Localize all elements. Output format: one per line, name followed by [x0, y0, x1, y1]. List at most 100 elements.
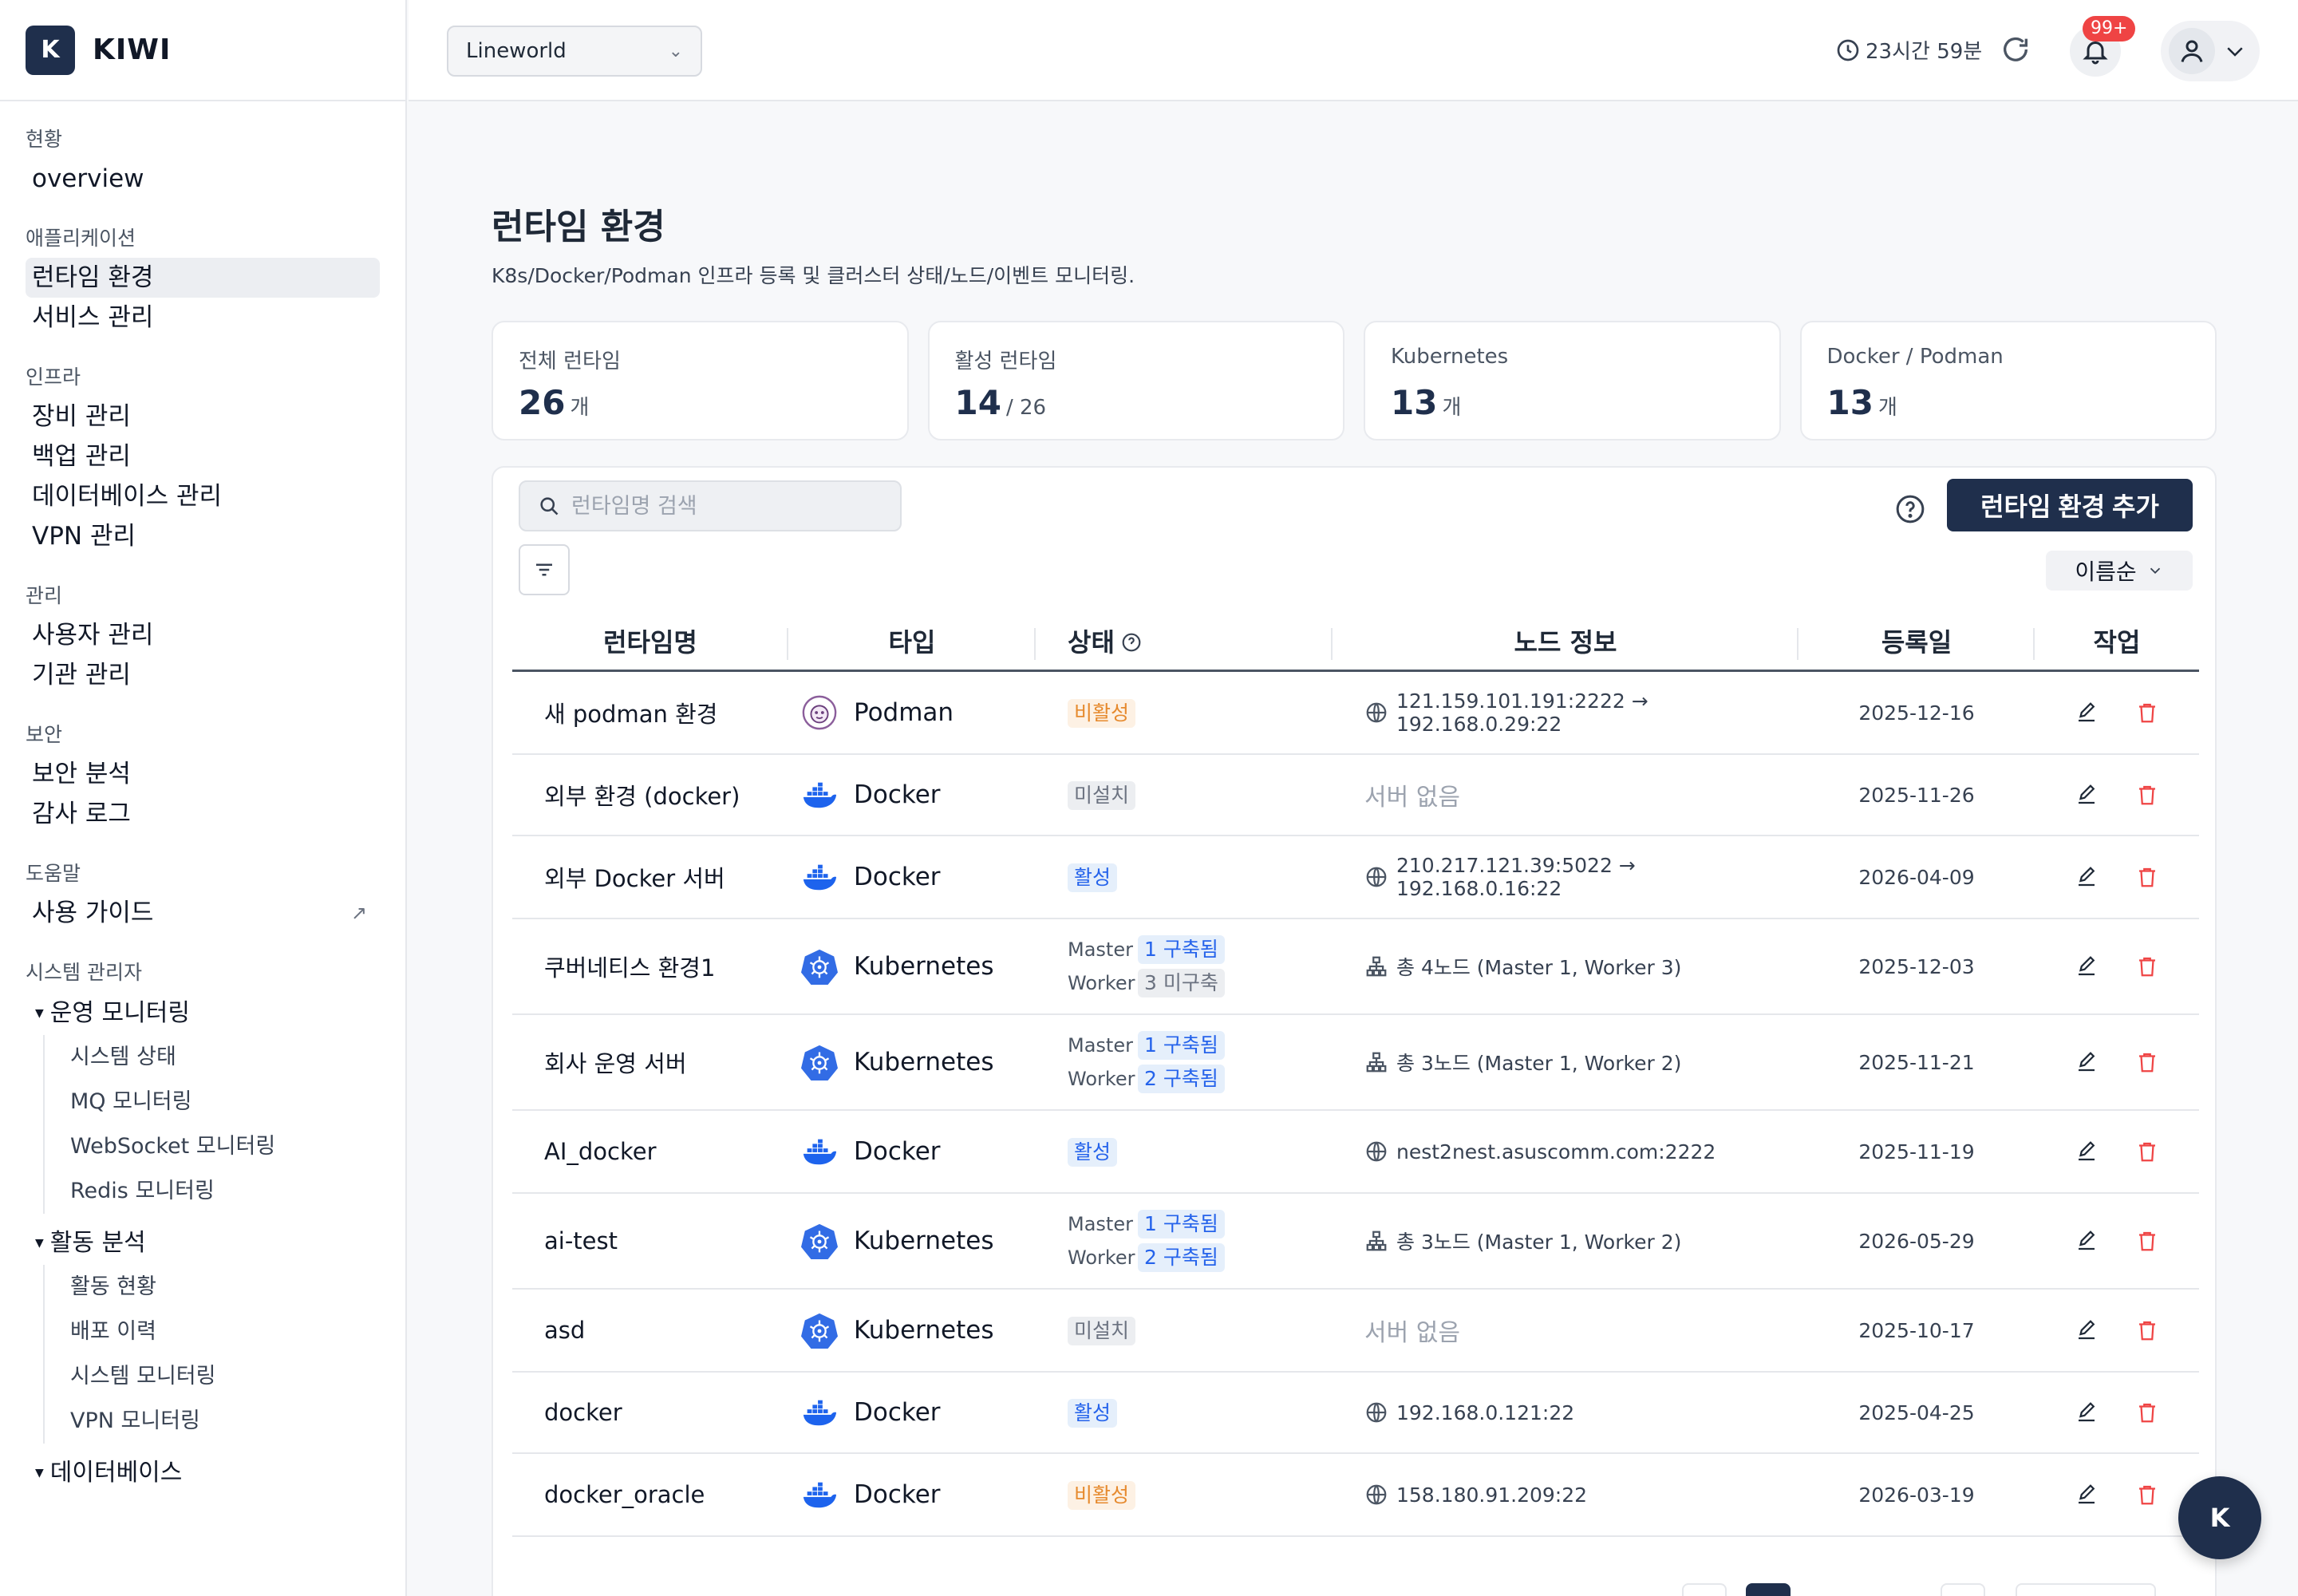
- sort-select-value: 이름순: [2075, 559, 2137, 585]
- edit-icon[interactable]: [2075, 1400, 2099, 1424]
- table-row[interactable]: 회사 운영 서버 Kubernetes Master 1 구축됨 Worker 2 …: [512, 1015, 2199, 1111]
- pagination-next[interactable]: [1941, 1583, 1985, 1596]
- sidebar-group[interactable]: ▼ 활동 분석: [26, 1222, 380, 1265]
- sidebar-sub-item[interactable]: 시스템 모니터링: [70, 1354, 380, 1399]
- edit-icon[interactable]: [2075, 1140, 2099, 1163]
- edit-icon[interactable]: [2075, 954, 2099, 978]
- clock-icon: [1837, 39, 1859, 61]
- sidebar-item[interactable]: VPN 관리: [26, 516, 380, 556]
- add-runtime-button[interactable]: 런타임 환경 추가: [1947, 479, 2193, 531]
- sidebar-item[interactable]: 서비스 관리: [26, 298, 380, 338]
- table-row[interactable]: 외부 Docker 서버 Docker 활성 210.217.121.39:50…: [512, 836, 2199, 919]
- table-row[interactable]: AI_docker Docker 활성 nest2nest.asuscomm.c…: [512, 1111, 2199, 1194]
- runtime-name[interactable]: 외부 Docker 서버: [512, 860, 788, 894]
- sidebar-item[interactable]: 감사 로그: [26, 794, 380, 834]
- trash-icon[interactable]: [2135, 1483, 2159, 1507]
- trash-icon[interactable]: [2135, 1229, 2159, 1253]
- search-box[interactable]: [519, 480, 902, 531]
- refresh-icon[interactable]: [2000, 34, 2031, 65]
- runtime-name[interactable]: 쿠버네티스 환경1: [512, 950, 788, 983]
- header-node-info[interactable]: 노드 정보: [1333, 614, 1799, 671]
- table-row[interactable]: docker_oracle Docker 비활성 158.180.91.209:…: [512, 1454, 2199, 1537]
- chat-fab-button[interactable]: K: [2178, 1476, 2261, 1559]
- help-icon[interactable]: [1121, 632, 1142, 653]
- sidebar-group[interactable]: ▼ 데이터베이스: [26, 1452, 380, 1495]
- sidebar-item[interactable]: 사용 가이드 ↗: [26, 893, 380, 933]
- table-row[interactable]: 쿠버네티스 환경1 Kubernetes Master 1 구축됨 Worker 3…: [512, 919, 2199, 1015]
- globe-icon: [1366, 702, 1387, 723]
- brand[interactable]: K KIWI: [0, 0, 405, 101]
- sidebar-item[interactable]: 사용자 관리: [26, 615, 380, 655]
- table-row[interactable]: docker Docker 활성 192.168.0.121:22 2025-0…: [512, 1373, 2199, 1454]
- card-value: 14 / 26: [955, 383, 1318, 422]
- sidebar-sub-item[interactable]: 활동 현황: [70, 1265, 380, 1310]
- runtime-name[interactable]: docker: [512, 1399, 788, 1426]
- sidebar-sub-item[interactable]: MQ 모니터링: [70, 1080, 380, 1124]
- header-status[interactable]: 상태: [1036, 614, 1333, 671]
- runtime-name[interactable]: ai-test: [512, 1227, 788, 1254]
- runtime-type-label: Kubernetes: [854, 1227, 994, 1255]
- table-row[interactable]: asd Kubernetes 미설치 서버 없음 2025-10-17: [512, 1290, 2199, 1373]
- header-name[interactable]: 런타임명: [512, 614, 788, 671]
- edit-icon[interactable]: [2075, 1229, 2099, 1253]
- edit-icon[interactable]: [2075, 865, 2099, 889]
- trash-icon[interactable]: [2135, 1400, 2159, 1424]
- user-menu-button[interactable]: [2161, 21, 2260, 81]
- node-info-text: 서버 없음: [1364, 784, 1460, 812]
- edit-icon[interactable]: [2075, 1318, 2099, 1342]
- edit-icon[interactable]: [2075, 1483, 2099, 1507]
- trash-icon[interactable]: [2135, 783, 2159, 807]
- runtime-type-label: Kubernetes: [854, 1316, 994, 1345]
- help-icon[interactable]: [1894, 493, 1926, 525]
- sidebar-item-label: 데이터베이스 관리: [32, 482, 223, 511]
- sidebar-item[interactable]: 데이터베이스 관리: [26, 476, 380, 516]
- created-date: 2026-05-29: [1858, 1229, 1975, 1253]
- sidebar-item[interactable]: 백업 관리: [26, 437, 380, 476]
- card-label: 전체 런타임: [519, 350, 621, 373]
- sidebar-item[interactable]: 런타임 환경: [26, 258, 380, 298]
- trash-icon[interactable]: [2135, 954, 2159, 978]
- sidebar-item[interactable]: 보안 분석: [26, 754, 380, 794]
- edit-icon[interactable]: [2075, 783, 2099, 807]
- runtime-type: Kubernetes: [788, 1223, 1036, 1259]
- card-number: 14: [954, 383, 1001, 422]
- runtime-name[interactable]: asd: [512, 1317, 788, 1344]
- table-row[interactable]: 새 podman 환경 Podman 비활성 121.159.101.191:2…: [512, 672, 2199, 755]
- sidebar-item[interactable]: 기관 관리: [26, 655, 380, 695]
- edit-icon[interactable]: [2075, 1050, 2099, 1074]
- trash-icon[interactable]: [2135, 1140, 2159, 1163]
- trash-icon[interactable]: [2135, 1050, 2159, 1074]
- table-row[interactable]: ai-test Kubernetes Master 1 구축됨 Worker 2 구…: [512, 1194, 2199, 1290]
- sidebar-sub-item[interactable]: WebSocket 모니터링: [70, 1124, 380, 1169]
- header-created[interactable]: 등록일: [1799, 614, 2035, 671]
- runtime-name[interactable]: docker_oracle: [512, 1481, 788, 1508]
- runtime-panel: 런타임 환경 추가 이름순 런타임명 타입 상태 노드 정보 등록일 작업 새 …: [492, 466, 2217, 1596]
- sidebar-sub-item[interactable]: VPN 모니터링: [70, 1399, 380, 1444]
- runtime-type-label: Docker: [854, 1398, 941, 1427]
- runtime-name[interactable]: 회사 운영 서버: [512, 1045, 788, 1079]
- brand-name: KIWI: [93, 34, 172, 66]
- trash-icon[interactable]: [2135, 1318, 2159, 1342]
- sidebar-item[interactable]: overview: [26, 159, 380, 199]
- org-select[interactable]: Lineworld ⌄: [447, 26, 702, 77]
- master-label: Master: [1068, 938, 1133, 961]
- pagination-prev[interactable]: [1682, 1583, 1727, 1596]
- sidebar-sub-item[interactable]: Redis 모니터링: [70, 1169, 380, 1214]
- runtime-name[interactable]: 외부 환경 (docker): [512, 778, 788, 812]
- sidebar-sub-item[interactable]: 배포 이력: [70, 1310, 380, 1354]
- pagination-page-current[interactable]: [1746, 1583, 1791, 1596]
- sidebar-group[interactable]: ▼ 운영 모니터링: [26, 992, 380, 1035]
- runtime-name[interactable]: AI_docker: [512, 1138, 788, 1165]
- sidebar-sub-item[interactable]: 시스템 상태: [70, 1035, 380, 1080]
- filter-button[interactable]: [519, 544, 570, 595]
- sort-select[interactable]: 이름순: [2046, 551, 2193, 591]
- trash-icon[interactable]: [2135, 701, 2159, 725]
- edit-icon[interactable]: [2075, 701, 2099, 725]
- sidebar-item[interactable]: 장비 관리: [26, 397, 380, 437]
- table-row[interactable]: 외부 환경 (docker) Docker 미설치 서버 없음 2025-11-…: [512, 755, 2199, 836]
- header-type[interactable]: 타입: [788, 614, 1036, 671]
- page-size-select[interactable]: [2016, 1583, 2156, 1596]
- trash-icon[interactable]: [2135, 865, 2159, 889]
- runtime-name[interactable]: 새 podman 환경: [512, 696, 788, 729]
- search-input[interactable]: [571, 493, 875, 519]
